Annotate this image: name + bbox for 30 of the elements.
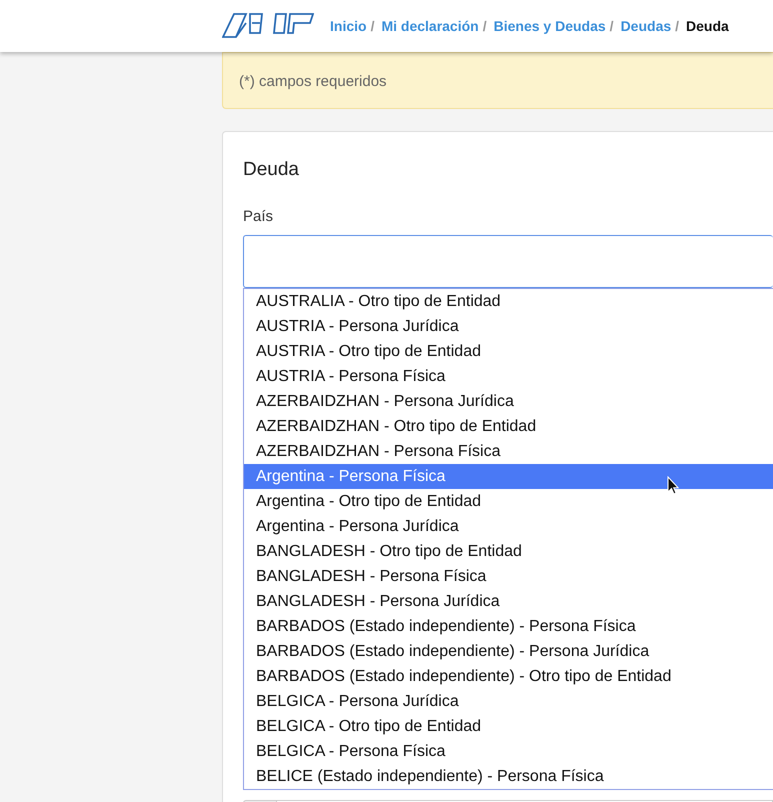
dropdown-option[interactable]: BARBADOS (Estado independiente) - Persona Física [244, 614, 773, 638]
mouse-pointer-icon [667, 476, 679, 494]
breadcrumb-separator: / [675, 16, 680, 36]
form-title: Deuda [243, 158, 300, 182]
dropdown-option[interactable]: Argentina - Persona Jurídica [244, 514, 773, 538]
dropdown-option[interactable]: AUSTRALIA - Otro tipo de Entidad [244, 288, 773, 314]
dropdown-option[interactable]: BELICE (Estado independiente) - Persona Física [244, 764, 773, 788]
dropdown-option[interactable]: BANGLADESH - Persona Física [244, 564, 773, 588]
logo-icon [222, 13, 314, 39]
breadcrumb-separator: / [482, 16, 487, 36]
dropdown-option[interactable]: BELGICA - Persona Jurídica [244, 688, 773, 714]
dropdown-option[interactable]: AUSTRIA - Otro tipo de Entidad [244, 338, 773, 364]
breadcrumb-separator: / [370, 16, 374, 36]
breadcrumb-current: Deuda [686, 16, 729, 36]
dropdown-option[interactable]: AUSTRIA - Persona Jurídica [244, 314, 773, 338]
dropdown-option[interactable]: BARBADOS (Estado independiente) - Persona Jurídica [244, 638, 773, 664]
dropdown-option[interactable]: AUSTRIA - Persona Física [244, 364, 773, 388]
dropdown-option[interactable]: BELGICA - Persona Física [244, 738, 773, 764]
dropdown-option[interactable]: AZERBAIDZHAN - Otro tipo de Entidad [244, 414, 773, 438]
field-label: País [243, 207, 274, 227]
dropdown-option[interactable]: Argentina - Otro tipo de Entidad [244, 488, 773, 514]
dropdown-option[interactable]: BANGLADESH - Persona Jurídica [244, 588, 773, 614]
dropdown-option[interactable]: AZERBAIDZHAN - Persona Física [244, 438, 773, 464]
dropdown-option[interactable]: BELGICA - Otro tipo de Entidad [244, 714, 773, 738]
dropdown-option[interactable]: AZERBAIDZHAN - Persona Jurídica [244, 388, 773, 414]
dropdown-option[interactable]: BANGLADESH - Otro tipo de Entidad [244, 538, 773, 564]
dropdown-option[interactable]: BARBADOS (Estado independiente) - Otro tipo de Entidad [244, 664, 773, 688]
country-field[interactable] [243, 234, 773, 288]
breadcrumb-separator: / [610, 16, 614, 36]
warning-text: (*) campos requeridos [239, 72, 388, 92]
